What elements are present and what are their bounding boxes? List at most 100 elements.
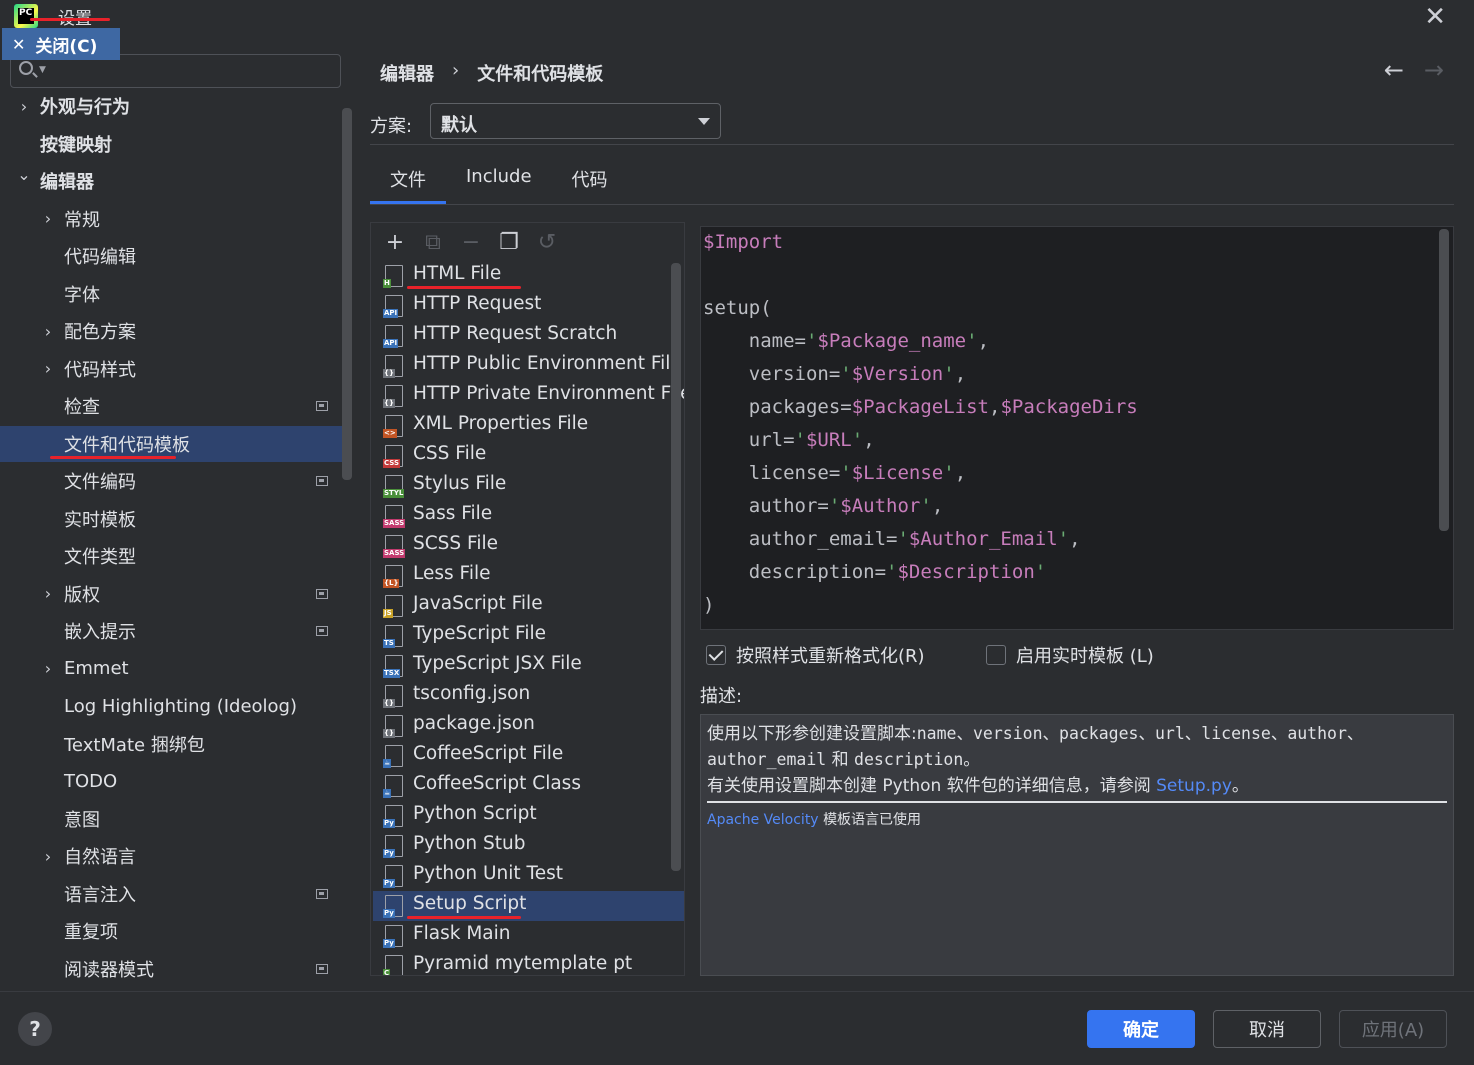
velocity-link[interactable]: Apache Velocity: [707, 812, 819, 828]
add-icon[interactable]: +: [383, 230, 407, 255]
remove-icon[interactable]: −: [459, 230, 483, 255]
chevron-right-icon[interactable]: ›: [41, 322, 55, 341]
template-list-item[interactable]: TSX TypeScript JSX File: [373, 651, 684, 681]
breadcrumb-parent[interactable]: 编辑器: [380, 60, 434, 86]
setup-py-link[interactable]: Setup.py: [1156, 776, 1232, 796]
template-list-item[interactable]: JS JavaScript File: [373, 591, 684, 621]
chevron-right-icon[interactable]: ›: [41, 584, 55, 603]
reformat-checkbox[interactable]: [706, 645, 726, 665]
template-list-item[interactable]: C Pyramid mytemplate pt: [373, 951, 684, 975]
template-list-item[interactable]: ☕ CoffeeScript File: [373, 741, 684, 771]
description-panel: 使用以下形参创建设置脚本:name、version、packages、url、l…: [700, 714, 1454, 976]
search-options-caret-icon[interactable]: ▼: [39, 65, 46, 75]
tab-item[interactable]: 代码: [552, 166, 628, 204]
chevron-right-icon[interactable]: ›: [41, 209, 55, 228]
sidebar-item[interactable]: Log Highlighting (Ideolog): [0, 688, 354, 724]
file-type-icon: API: [383, 295, 403, 318]
template-list-item[interactable]: {} tsconfig.json: [373, 681, 684, 711]
template-list-item[interactable]: {} package.json: [373, 711, 684, 741]
template-list-item[interactable]: CSS CSS File: [373, 441, 684, 471]
close-tooltip[interactable]: ✕ 关闭(C): [2, 28, 120, 60]
sidebar-item-label: 检查: [64, 397, 100, 418]
template-list-item[interactable]: API HTTP Request: [373, 291, 684, 321]
sidebar-item[interactable]: 嵌入提示: [0, 613, 354, 649]
file-type-icon: {}: [383, 385, 403, 408]
template-list-item[interactable]: ☕ CoffeeScript Class: [373, 771, 684, 801]
template-list-item[interactable]: SASS Sass File: [373, 501, 684, 531]
sidebar-item[interactable]: 阅读器模式: [0, 951, 354, 987]
chevron-right-icon[interactable]: ›: [41, 847, 55, 866]
code-token: ': [840, 462, 852, 484]
template-list-item[interactable]: {L} Less File: [373, 561, 684, 591]
file-type-icon: ☕: [383, 745, 403, 768]
sidebar-item[interactable]: › 外观与行为: [0, 88, 354, 124]
ok-button[interactable]: 确定: [1087, 1010, 1195, 1048]
template-code-editor[interactable]: $Import setup( name='$Package_name', vers…: [700, 226, 1454, 630]
file-type-tag: TSX: [383, 669, 401, 678]
sidebar-item[interactable]: ⌄ 编辑器: [0, 163, 354, 199]
sidebar-item[interactable]: 字体: [0, 276, 354, 312]
template-list-item[interactable]: Py Python Script: [373, 801, 684, 831]
sidebar-item[interactable]: › 配色方案: [0, 313, 354, 349]
help-button[interactable]: ?: [18, 1012, 52, 1046]
sidebar-item[interactable]: 文件类型: [0, 538, 354, 574]
template-list-item[interactable]: API HTTP Request Scratch: [373, 321, 684, 351]
file-type-icon: Py: [383, 925, 403, 948]
template-list-item[interactable]: STYL Stylus File: [373, 471, 684, 501]
file-type-tag: Py: [383, 849, 395, 858]
reset-icon[interactable]: ↺: [535, 230, 559, 255]
sidebar-item[interactable]: TODO: [0, 763, 354, 799]
editor-scrollbar[interactable]: [1439, 229, 1449, 531]
template-list-item[interactable]: {} HTTP Public Environment File: [373, 351, 684, 381]
close-icon[interactable]: ✕: [1424, 2, 1446, 32]
sidebar-item[interactable]: 重复项: [0, 913, 354, 949]
sidebar-item[interactable]: › 代码样式: [0, 351, 354, 387]
description-label: 描述:: [700, 686, 743, 707]
chevron-right-icon[interactable]: ›: [41, 359, 55, 378]
template-list-item[interactable]: <> XML Properties File: [373, 411, 684, 441]
scheme-label: 方案:: [370, 116, 413, 137]
cancel-button[interactable]: 取消: [1213, 1010, 1321, 1048]
template-list-item[interactable]: H HTML File: [373, 261, 684, 291]
file-type-icon: {}: [383, 715, 403, 738]
file-type-icon: ☕: [383, 775, 403, 798]
sidebar-item[interactable]: 意图: [0, 801, 354, 837]
tab-item[interactable]: Include: [446, 166, 552, 204]
sidebar-item[interactable]: 按键映射: [0, 126, 354, 162]
reformat-option[interactable]: 按照样式重新格式化(R): [706, 642, 925, 668]
tab-item[interactable]: 文件: [370, 166, 446, 204]
template-list-item[interactable]: Py Python Stub: [373, 831, 684, 861]
template-list-item[interactable]: SASS SCSS File: [373, 531, 684, 561]
apply-button[interactable]: 应用(A): [1339, 1010, 1447, 1048]
back-arrow-icon[interactable]: ←: [1384, 56, 1404, 84]
template-list-item[interactable]: {} HTTP Private Environment File: [373, 381, 684, 411]
sidebar-item[interactable]: 语言注入: [0, 876, 354, 912]
code-token: $Package_name: [817, 330, 967, 352]
live-template-option[interactable]: 启用实时模板 (L): [986, 642, 1154, 668]
file-type-tag: JS: [383, 609, 393, 618]
sidebar-item[interactable]: 文件和代码模板: [0, 425, 352, 462]
live-template-checkbox[interactable]: [986, 645, 1006, 665]
add-child-icon[interactable]: ⧉: [421, 230, 445, 255]
sidebar-item[interactable]: 代码编辑: [0, 238, 354, 274]
template-list-scrollbar[interactable]: [671, 263, 681, 871]
chevron-right-icon[interactable]: ›: [17, 97, 31, 116]
template-list-item[interactable]: Py Flask Main: [373, 921, 684, 951]
sidebar-item[interactable]: TextMate 捆绑包: [0, 726, 354, 762]
template-list-item[interactable]: TS TypeScript File: [373, 621, 684, 651]
copy-icon[interactable]: ❐: [497, 230, 521, 255]
sidebar-item[interactable]: 实时模板: [0, 501, 354, 537]
sidebar-item[interactable]: 文件编码: [0, 463, 354, 499]
sidebar-scrollbar[interactable]: [342, 108, 352, 480]
sidebar-item[interactable]: › Emmet: [0, 651, 354, 687]
template-list-item[interactable]: Py Setup Script: [373, 891, 684, 921]
sidebar-item[interactable]: › 常规: [0, 201, 354, 237]
sidebar-item[interactable]: 检查: [0, 388, 354, 424]
sidebar-item[interactable]: › 自然语言: [0, 838, 354, 874]
sidebar-item[interactable]: › 版权: [0, 576, 354, 612]
chevron-down-icon[interactable]: ⌄: [17, 165, 31, 184]
forward-arrow-icon[interactable]: →: [1424, 56, 1444, 84]
scheme-dropdown[interactable]: 默认: [430, 103, 721, 139]
chevron-right-icon[interactable]: ›: [41, 659, 55, 678]
template-list-item[interactable]: Py Python Unit Test: [373, 861, 684, 891]
